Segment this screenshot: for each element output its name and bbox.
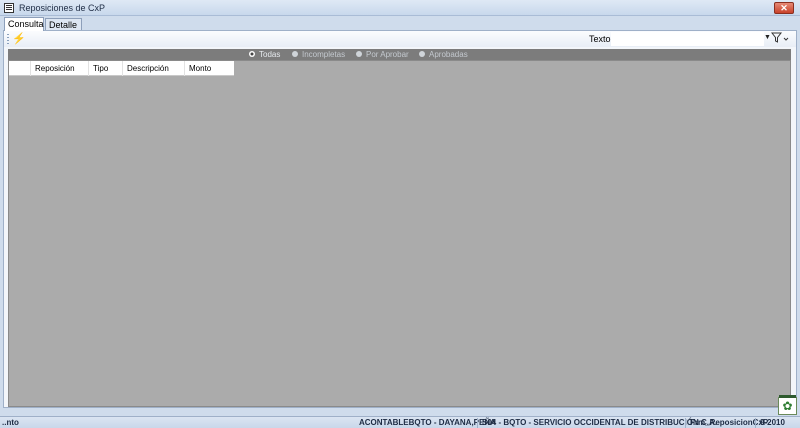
radio-label: Incompletas [302,50,346,59]
column-header-reposicion[interactable]: Reposición [31,61,89,76]
consulta-panel: ⚡ Texto: ▼ Todas Incompletas Por Aprobar… [3,30,797,408]
app-logo-icon[interactable]: ✿ [778,395,797,415]
column-header-tipo[interactable]: Tipo [89,61,123,76]
status-company: S04 - BQTO - SERVICIO OCCIDENTAL DE DIST… [482,418,717,427]
lightning-icon[interactable]: ⚡ [12,33,26,45]
radio-todas[interactable]: Todas [249,49,280,60]
toolbar: ⚡ Texto: ▼ [4,31,796,47]
status-period: 9-2010 [760,418,785,427]
filter-icon[interactable] [770,32,791,46]
column-header-descripcion[interactable]: Descripción [123,61,185,76]
radio-label: Aprobadas [429,50,468,59]
radio-label: Todas [259,50,281,59]
search-input[interactable] [611,32,764,46]
status-divider [685,418,686,428]
radio-dot-icon [292,51,298,58]
status-form: Frm_ReposicionCxP [690,418,769,427]
toolbar-grip[interactable] [7,34,9,44]
filter-glyph [770,32,789,43]
radio-label: Por Aprobar [366,50,409,59]
radio-dot-icon [249,51,255,58]
status-user: ACONTABLEBQTO - DAYANA,PEÑA [359,418,496,427]
radio-por-aprobar[interactable]: Por Aprobar [356,49,409,60]
search-label: Texto: [589,34,614,44]
tab-consulta[interactable]: Consulta [4,17,44,31]
radio-incompletas[interactable]: Incompletas [292,49,345,60]
column-header-monto[interactable]: Monto [185,61,234,76]
radio-aprobadas[interactable]: Aprobadas [419,49,468,60]
status-divider [755,418,756,428]
chevron-down-icon[interactable]: ▼ [764,34,771,41]
window-title: Reposiciones de CxP [19,3,106,13]
grid-header: Reposición Tipo Descripción Monto [9,61,234,76]
radio-dot-icon [356,51,362,58]
status-filter-bar: Todas Incompletas Por Aprobar Aprobadas [8,49,791,60]
title-bar: Reposiciones de CxP ✕ [0,0,800,16]
status-bar: ..nto ACONTABLEBQTO - DAYANA,PEÑA S04 - … [0,416,800,428]
status-divider [477,418,478,428]
close-button[interactable]: ✕ [774,2,794,14]
data-grid[interactable]: Reposición Tipo Descripción Monto [8,60,791,407]
row-selector-header[interactable] [9,61,31,76]
status-left: ..nto [2,418,19,427]
window-icon [4,3,14,13]
radio-dot-icon [419,51,425,58]
